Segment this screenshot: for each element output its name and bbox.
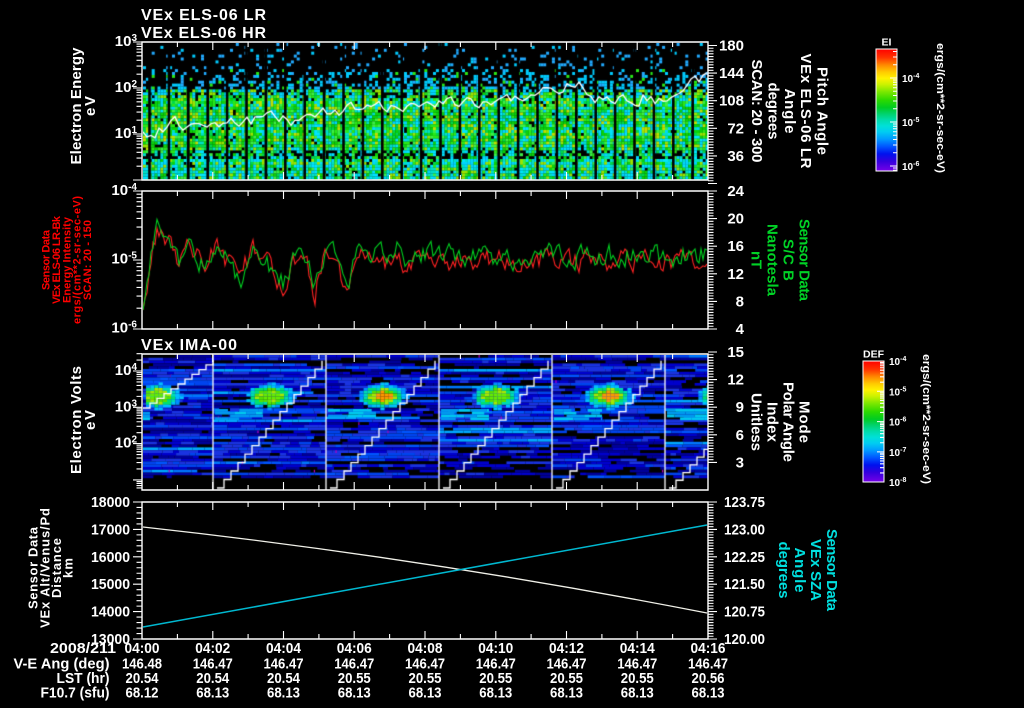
svg-text:nT: nT [747, 251, 764, 269]
svg-text:04:04: 04:04 [266, 640, 302, 657]
svg-text:68.12: 68.12 [126, 685, 159, 702]
svg-text:68.13: 68.13 [621, 685, 654, 702]
svg-text:16: 16 [727, 238, 744, 255]
svg-text:6: 6 [736, 427, 744, 444]
svg-text:10-6: 10-6 [111, 320, 137, 337]
svg-text:Angle: Angle [781, 89, 798, 134]
svg-text:04:10: 04:10 [478, 640, 513, 657]
svg-text:04:08: 04:08 [408, 640, 443, 657]
svg-text:ergs/(cm**2-sr-sec-eV): ergs/(cm**2-sr-sec-eV) [934, 43, 946, 173]
svg-text:36: 36 [727, 148, 744, 165]
svg-text:EI: EI [882, 37, 892, 49]
svg-text:km: km [61, 558, 76, 578]
svg-text:VEx ELS-06 LR: VEx ELS-06 LR [141, 7, 266, 24]
svg-text:68.13: 68.13 [550, 685, 583, 702]
svg-text:4: 4 [736, 321, 745, 338]
svg-text:eV: eV [82, 96, 99, 116]
svg-text:10-5: 10-5 [111, 251, 137, 268]
svg-text:123.75: 123.75 [724, 494, 765, 511]
svg-text:DEF: DEF [863, 349, 885, 361]
svg-text:Unitless: Unitless [747, 393, 764, 451]
svg-text:9: 9 [736, 399, 744, 416]
svg-text:10-6: 10-6 [902, 161, 919, 173]
svg-text:Sensor Data: Sensor Data [823, 529, 840, 612]
svg-text:04:14: 04:14 [620, 640, 656, 657]
svg-text:eV: eV [82, 410, 99, 430]
svg-text:68.13: 68.13 [479, 685, 512, 702]
svg-text:SCAN: 20 - 150: SCAN: 20 - 150 [82, 220, 94, 300]
svg-text:Polar Angle: Polar Angle [779, 382, 796, 462]
svg-text:121.50: 121.50 [724, 576, 765, 593]
svg-text:120.00: 120.00 [724, 631, 765, 648]
svg-text:180: 180 [719, 38, 744, 55]
svg-text:103: 103 [115, 398, 138, 415]
svg-text:Sensor Data: Sensor Data [795, 219, 812, 302]
svg-text:68.13: 68.13 [409, 685, 442, 702]
svg-text:102: 102 [115, 435, 138, 452]
svg-text:14000: 14000 [91, 604, 130, 621]
svg-text:VEx ELS-06 LR: VEx ELS-06 LR [797, 54, 814, 169]
svg-text:S/C B: S/C B [779, 239, 796, 281]
svg-text:Angle: Angle [791, 548, 808, 593]
svg-text:72: 72 [727, 120, 744, 137]
svg-text:24: 24 [727, 183, 744, 200]
svg-text:123.00: 123.00 [724, 521, 765, 538]
svg-text:ergs/(cm**2-sr-sec-eV): ergs/(cm**2-sr-sec-eV) [920, 354, 932, 484]
svg-text:10-7: 10-7 [889, 447, 906, 459]
svg-text:103: 103 [115, 33, 138, 50]
svg-text:VEx SZA: VEx SZA [807, 539, 824, 601]
svg-text:VEx ELS-06 HR: VEx ELS-06 HR [141, 25, 266, 42]
svg-text:F10.7 (sfu): F10.7 (sfu) [41, 685, 110, 702]
svg-text:degrees: degrees [764, 83, 781, 140]
svg-text:04:00: 04:00 [125, 640, 160, 657]
svg-text:17000: 17000 [91, 521, 130, 538]
svg-text:122.25: 122.25 [724, 549, 765, 566]
svg-text:Nanotesla: Nanotesla [763, 224, 780, 297]
svg-text:18000: 18000 [91, 494, 130, 511]
svg-text:10-5: 10-5 [889, 386, 906, 398]
svg-text:Pitch Angle: Pitch Angle [813, 67, 830, 155]
svg-text:68.13: 68.13 [692, 685, 725, 702]
svg-text:04:12: 04:12 [549, 640, 584, 657]
svg-text:VEx IMA-00: VEx IMA-00 [141, 337, 237, 354]
svg-text:10-5: 10-5 [902, 117, 919, 129]
svg-text:10-8: 10-8 [889, 477, 906, 489]
svg-text:144: 144 [719, 65, 745, 82]
svg-text:SCAN: 20 - 300: SCAN: 20 - 300 [748, 60, 765, 163]
svg-text:102: 102 [115, 79, 138, 96]
svg-text:15000: 15000 [91, 576, 130, 593]
svg-text:3: 3 [736, 454, 744, 471]
svg-text:120.75: 120.75 [724, 604, 765, 621]
svg-text:104: 104 [115, 362, 138, 379]
svg-text:04:02: 04:02 [195, 640, 230, 657]
svg-text:68.13: 68.13 [267, 685, 300, 702]
svg-text:10-4: 10-4 [111, 182, 137, 199]
svg-text:68.13: 68.13 [338, 685, 371, 702]
svg-text:10-4: 10-4 [889, 356, 906, 368]
svg-text:Index: Index [763, 402, 780, 443]
svg-text:04:06: 04:06 [337, 640, 372, 657]
svg-text:12: 12 [727, 266, 744, 283]
svg-text:10-6: 10-6 [889, 417, 906, 429]
svg-text:10-4: 10-4 [902, 73, 919, 85]
svg-text:108: 108 [719, 93, 744, 110]
svg-text:16000: 16000 [91, 549, 130, 566]
svg-text:Mode: Mode [795, 401, 812, 443]
svg-text:20: 20 [727, 211, 744, 228]
svg-text:68.13: 68.13 [196, 685, 229, 702]
svg-text:degrees: degrees [775, 542, 792, 599]
svg-text:101: 101 [115, 125, 138, 142]
svg-text:04:16: 04:16 [691, 640, 726, 657]
svg-text:8: 8 [736, 293, 744, 310]
svg-text:15: 15 [727, 344, 744, 361]
svg-text:12: 12 [727, 372, 744, 389]
svg-text:2008/211: 2008/211 [50, 640, 116, 657]
